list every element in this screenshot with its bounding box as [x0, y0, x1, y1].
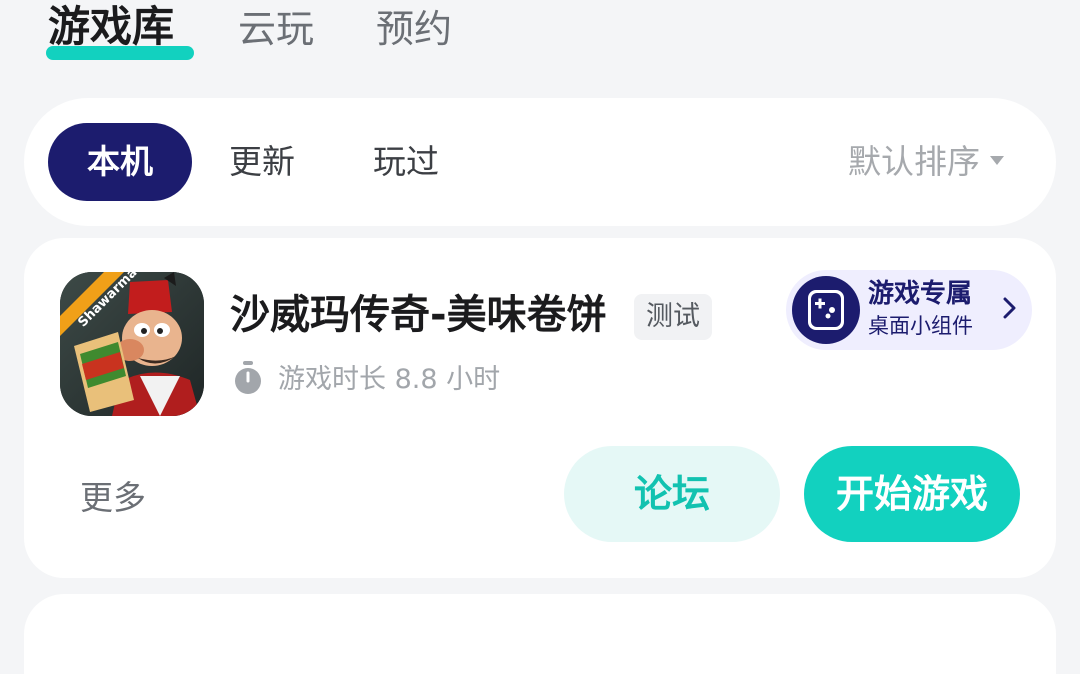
tab-label: 云玩 [238, 7, 315, 51]
filter-chip-label: 更新 [229, 142, 295, 181]
shawarma-chef-icon: Shawarma [60, 272, 204, 416]
game-title: 沙威玛传奇-美味卷饼 [230, 292, 607, 338]
widget-title: 游戏专属 [868, 279, 973, 309]
filter-chip-label: 玩过 [373, 142, 439, 181]
test-badge: 测试 [634, 294, 712, 340]
game-icon[interactable]: Shawarma [60, 272, 204, 416]
forum-button[interactable]: 论坛 [564, 446, 780, 542]
next-game-card[interactable] [24, 594, 1056, 674]
game-card[interactable]: Shawarma 沙威玛传奇-美味卷饼 测试 游戏时长 8.8 小时 游戏专属 [24, 238, 1056, 578]
playtime-row: 游戏时长 8.8 小时 [230, 360, 501, 399]
start-game-button[interactable]: 开始游戏 [804, 446, 1020, 542]
filter-bar: 本机 更新 玩过 默认排序 [24, 98, 1056, 226]
desktop-widget-button[interactable]: 游戏专属 桌面小组件 [786, 270, 1032, 350]
caret-down-icon [990, 156, 1004, 165]
tab-cloud-play[interactable]: 云玩 [238, 6, 314, 52]
playtime-text: 游戏时长 8.8 小时 [278, 364, 501, 395]
widget-subtitle: 桌面小组件 [868, 314, 973, 338]
sort-dropdown[interactable]: 默认排序 [848, 123, 1004, 201]
filter-chip-local[interactable]: 本机 [48, 123, 192, 201]
tab-game-library[interactable]: 游戏库 [46, 2, 194, 60]
tab-label: 游戏库 [48, 2, 175, 51]
filter-chip-played[interactable]: 玩过 [373, 123, 439, 201]
sort-label: 默认排序 [848, 142, 980, 181]
gamepad-widget-icon [792, 276, 860, 344]
chevron-right-icon [1003, 297, 1016, 319]
more-button[interactable]: 更多 [80, 476, 146, 520]
filter-chip-label: 本机 [87, 142, 153, 181]
tab-label: 预约 [376, 7, 453, 51]
tab-reservation[interactable]: 预约 [376, 6, 452, 52]
top-tab-bar: 游戏库 云玩 预约 [0, 0, 1080, 80]
filter-chip-updates[interactable]: 更新 [229, 123, 295, 201]
stopwatch-icon [230, 360, 266, 396]
